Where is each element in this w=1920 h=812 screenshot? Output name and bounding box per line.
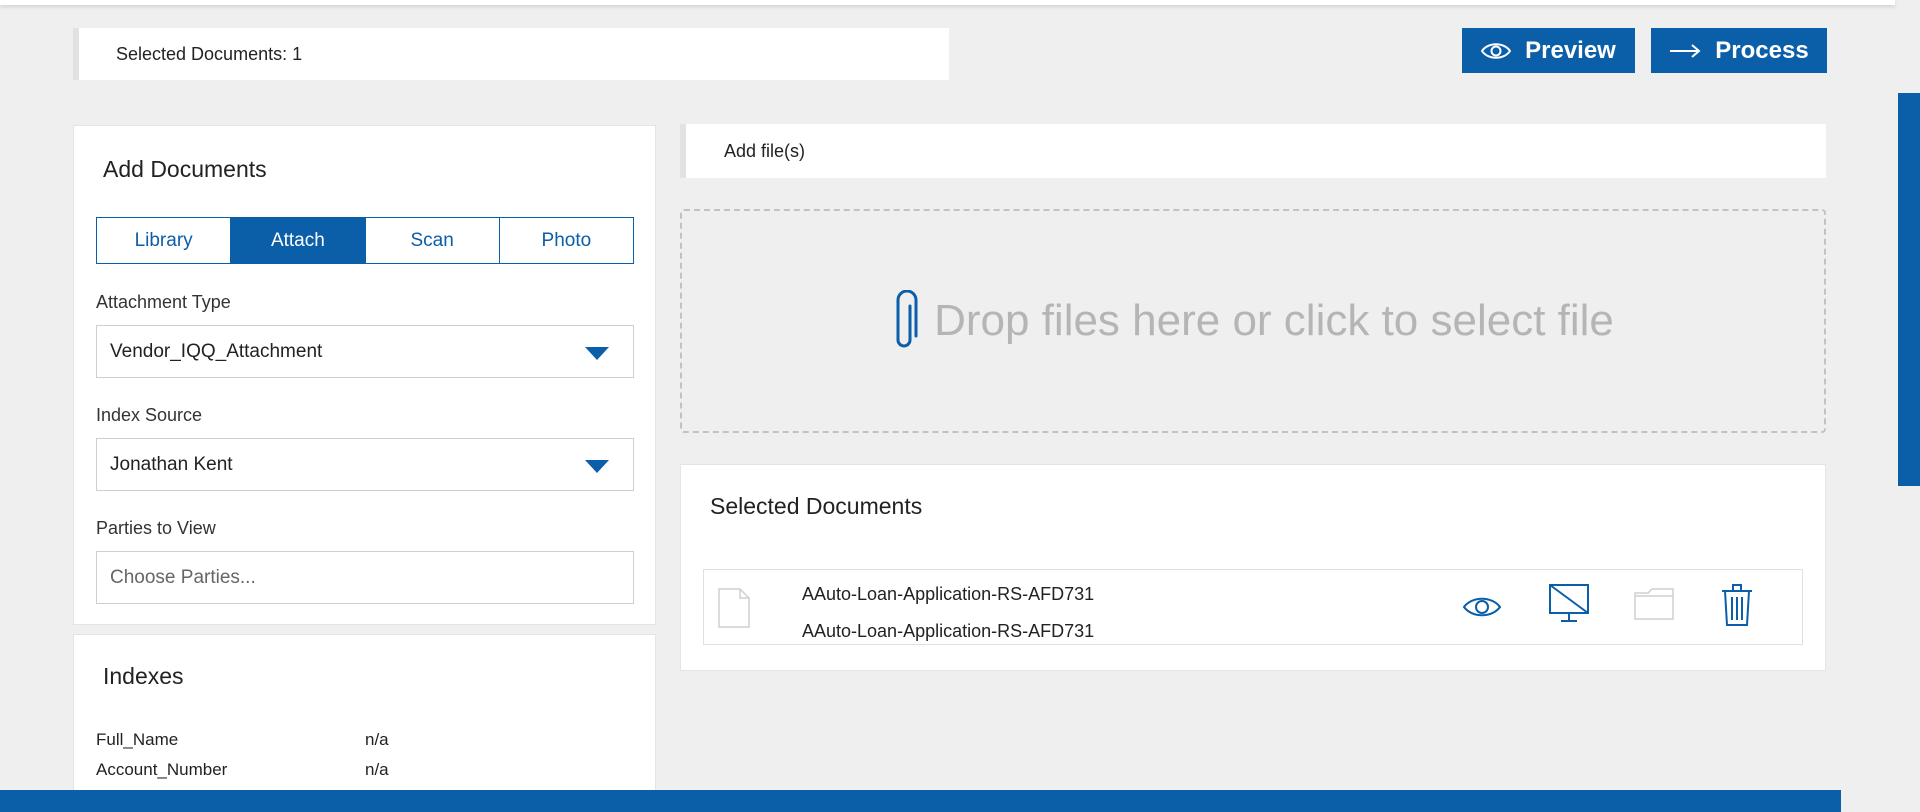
tab-attach[interactable]: Attach [231, 218, 366, 263]
tab-library[interactable]: Library [97, 218, 232, 263]
caret-down-icon [585, 347, 609, 360]
parties-input[interactable] [96, 551, 634, 604]
dropzone-text: Drop files here or click to select file [934, 296, 1614, 345]
attachment-type-value: Vendor_IQQ_Attachment [110, 340, 323, 362]
selected-documents-title: Selected Documents [710, 493, 923, 519]
scrollbar-thumb[interactable] [1898, 93, 1920, 486]
selected-count-text: Selected Documents: 1 [116, 43, 303, 64]
add-files-button[interactable]: Add file(s) [680, 124, 1826, 178]
document-name: AAuto-Loan-Application-RS-AFD731 [802, 584, 1095, 604]
add-documents-panel: Add Documents Library Attach Scan Photo … [73, 125, 656, 625]
indexes-panel: Indexes Full_Name n/a Account_Number n/a [73, 634, 656, 812]
document-subname: AAuto-Loan-Application-RS-AFD731 [802, 621, 1095, 641]
indexes-title: Indexes [103, 663, 184, 689]
eye-icon [1481, 42, 1512, 59]
file-dropzone[interactable]: Drop files here or click to select file [680, 209, 1826, 433]
process-button[interactable]: Process [1651, 28, 1827, 73]
document-row: AAuto-Loan-Application-RS-AFD731 AAuto-L… [703, 569, 1803, 645]
index-value: n/a [365, 730, 389, 749]
index-row: Account_Number n/a [96, 760, 389, 780]
index-source-label: Index Source [96, 405, 203, 425]
attachment-type-label: Attachment Type [96, 292, 231, 312]
index-key: Account_Number [96, 760, 228, 779]
trash-icon[interactable] [1721, 584, 1753, 626]
index-row: Full_Name n/a [96, 730, 389, 750]
caret-down-icon [585, 460, 609, 473]
index-source-value: Jonathan Kent [110, 453, 233, 475]
folder-icon[interactable] [1634, 588, 1674, 620]
tab-photo[interactable]: Photo [500, 218, 633, 263]
attachment-type-select[interactable]: Vendor_IQQ_Attachment [96, 325, 634, 378]
selected-documents-panel: Selected Documents AAuto-Loan-Applicatio… [680, 464, 1826, 671]
index-key: Full_Name [96, 730, 179, 749]
source-tabs: Library Attach Scan Photo [96, 217, 634, 264]
paperclip-icon [896, 290, 918, 348]
add-files-label: Add file(s) [724, 140, 806, 161]
process-label: Process [1715, 36, 1809, 64]
top-header-edge [0, 0, 1895, 5]
preview-label: Preview [1525, 36, 1616, 64]
arrow-right-icon [1670, 43, 1701, 58]
add-documents-title: Add Documents [103, 156, 267, 182]
selected-count-bar: Selected Documents: 1 [73, 28, 949, 80]
index-source-select[interactable]: Jonathan Kent [96, 438, 634, 491]
monitor-off-icon[interactable] [1549, 584, 1589, 624]
bottom-bar [0, 790, 1841, 812]
eye-icon[interactable] [1462, 594, 1502, 620]
file-icon [718, 588, 750, 628]
parties-label: Parties to View [96, 518, 216, 538]
tab-scan[interactable]: Scan [366, 218, 500, 263]
index-value: n/a [365, 760, 389, 779]
preview-button[interactable]: Preview [1462, 28, 1635, 73]
